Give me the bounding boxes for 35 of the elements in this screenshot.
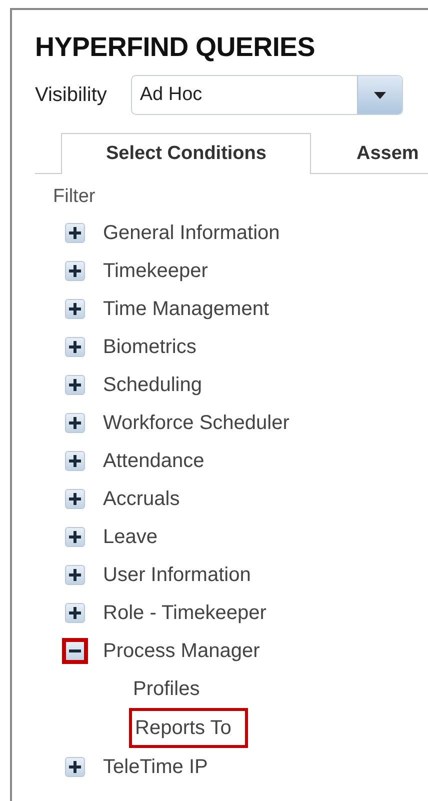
filter-label: Filter bbox=[53, 186, 96, 208]
expand-toggle[interactable] bbox=[65, 527, 85, 547]
caret-icon bbox=[374, 92, 386, 98]
tree-item[interactable]: TeleTime IP bbox=[103, 756, 208, 778]
tree-item[interactable]: General Information bbox=[103, 222, 280, 244]
expand-toggle[interactable] bbox=[65, 413, 85, 433]
expand-toggle[interactable] bbox=[65, 299, 85, 319]
expand-toggle[interactable] bbox=[65, 261, 85, 281]
tree-item[interactable]: Timekeeper bbox=[103, 260, 208, 282]
collapse-toggle[interactable] bbox=[62, 638, 88, 664]
tree-item[interactable]: Accruals bbox=[103, 488, 180, 510]
tree-item[interactable]: Time Management bbox=[103, 298, 269, 320]
tree-item[interactable]: Attendance bbox=[103, 450, 204, 472]
page-title: HYPERFIND QUERIES bbox=[35, 32, 316, 63]
expand-toggle[interactable] bbox=[65, 375, 85, 395]
expand-toggle[interactable] bbox=[65, 603, 85, 623]
tree-child-item[interactable]: Reports To bbox=[129, 708, 248, 748]
expand-toggle[interactable] bbox=[65, 451, 85, 471]
expand-toggle[interactable] bbox=[65, 489, 85, 509]
tab[interactable]: Assem bbox=[311, 133, 428, 174]
expand-toggle[interactable] bbox=[65, 223, 85, 243]
visibility-dropdown[interactable]: Ad Hoc bbox=[130, 75, 403, 115]
expand-toggle[interactable] bbox=[65, 337, 85, 357]
tree-item[interactable]: User Information bbox=[103, 564, 251, 586]
tree-item[interactable]: Leave bbox=[103, 526, 158, 548]
tree-item[interactable]: Workforce Scheduler bbox=[103, 412, 290, 434]
tree-item[interactable]: Biometrics bbox=[103, 336, 196, 358]
visibility-label: Visibility bbox=[35, 84, 107, 106]
tree-child-item[interactable]: Profiles bbox=[133, 670, 200, 708]
tree-item[interactable]: Role - Timekeeper bbox=[103, 602, 266, 624]
tab[interactable]: Select Conditions bbox=[61, 133, 312, 174]
expand-toggle[interactable] bbox=[65, 565, 85, 585]
tree-item[interactable]: Process Manager bbox=[103, 640, 260, 662]
expand-toggle[interactable] bbox=[65, 757, 85, 777]
tree-item[interactable]: Scheduling bbox=[103, 374, 202, 396]
